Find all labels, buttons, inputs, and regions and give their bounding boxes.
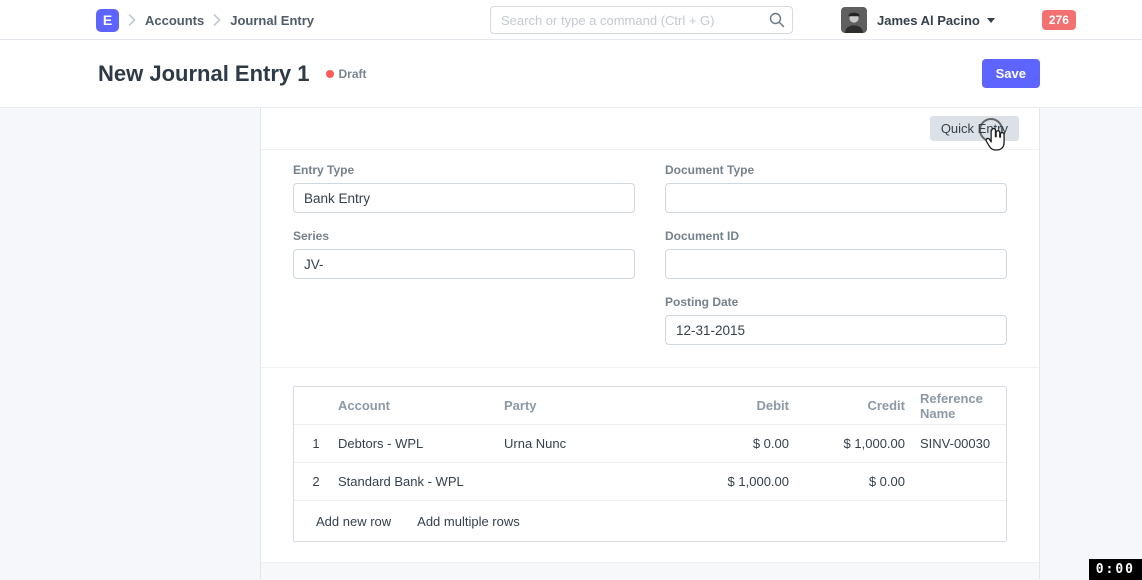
add-new-row-button[interactable]: Add new row [316, 514, 391, 529]
cell-debit[interactable]: $ 1,000.00 [684, 474, 789, 489]
page-title: New Journal Entry 1 [98, 61, 310, 87]
grid-header-party: Party [504, 398, 684, 413]
form-fields-section: Entry Type Series Document Type Document… [261, 150, 1039, 368]
navbar-user-area: James Al Pacino 276 [841, 0, 1076, 40]
draft-dot-icon [326, 70, 334, 78]
form-column-right: Document Type Document ID Posting Date [665, 163, 1007, 345]
notifications-badge[interactable]: 276 [1042, 10, 1076, 30]
breadcrumb-journal-entry[interactable]: Journal Entry [230, 13, 314, 28]
document-id-input[interactable] [665, 249, 1007, 279]
user-menu[interactable]: James Al Pacino [877, 13, 980, 28]
document-type-input[interactable] [665, 183, 1007, 213]
entry-type-input[interactable] [293, 183, 635, 213]
breadcrumb-accounts[interactable]: Accounts [145, 13, 204, 28]
quick-entry-button[interactable]: Quick Entry [930, 116, 1019, 141]
grid-header-reference-name: Reference Name [905, 391, 1006, 421]
cell-reference-name[interactable]: SINV-00030 [905, 436, 1006, 451]
grid-footer: Add new row Add multiple rows [294, 501, 1006, 541]
status-badge: Draft [326, 67, 367, 81]
avatar[interactable] [841, 7, 867, 33]
document-type-label: Document Type [665, 163, 1007, 177]
field-series: Series [293, 229, 635, 279]
grid-header-credit: Credit [789, 398, 905, 413]
field-document-id: Document ID [665, 229, 1007, 279]
navbar: E Accounts Journal Entry James Al Pacino… [0, 0, 1142, 40]
add-multiple-rows-button[interactable]: Add multiple rows [417, 514, 520, 529]
cell-debit[interactable]: $ 0.00 [684, 436, 789, 451]
cell-party[interactable]: Urna Nunc [504, 436, 684, 451]
status-label: Draft [339, 67, 367, 81]
cell-account[interactable]: Standard Bank - WPL [338, 474, 504, 489]
row-index[interactable]: 1 [294, 436, 338, 451]
series-input[interactable] [293, 249, 635, 279]
search-icon[interactable] [769, 12, 785, 33]
global-search [490, 6, 793, 34]
video-timer-overlay: 0:00 [1089, 559, 1142, 580]
breadcrumb: E Accounts Journal Entry [96, 0, 314, 40]
chevron-right-icon [213, 14, 221, 26]
form-toolbar: Quick Entry [261, 108, 1039, 150]
cell-account[interactable]: Debtors - WPL [338, 436, 504, 451]
grid-header-debit: Debit [684, 398, 789, 413]
grid-header-account: Account [338, 398, 504, 413]
row-index[interactable]: 2 [294, 474, 338, 489]
search-input[interactable] [490, 6, 793, 34]
table-row[interactable]: 2 Standard Bank - WPL $ 1,000.00 $ 0.00 [294, 463, 1006, 501]
main-area: Quick Entry Entry Type Series Document T… [0, 108, 1142, 579]
save-button[interactable]: Save [982, 59, 1040, 88]
grid-header-row: Account Party Debit Credit Reference Nam… [294, 387, 1006, 425]
chevron-right-icon [128, 14, 136, 26]
posting-date-label: Posting Date [665, 295, 1007, 309]
chevron-down-icon[interactable] [987, 18, 995, 23]
cell-credit[interactable]: $ 1,000.00 [789, 436, 905, 451]
posting-date-input[interactable] [665, 315, 1007, 345]
form-column-left: Entry Type Series [293, 163, 635, 345]
page-header: New Journal Entry 1 Draft Save [0, 40, 1142, 108]
field-posting-date: Posting Date [665, 295, 1007, 345]
app-logo[interactable]: E [96, 9, 119, 32]
section-divider [261, 562, 1039, 579]
cell-credit[interactable]: $ 0.00 [789, 474, 905, 489]
table-row[interactable]: 1 Debtors - WPL Urna Nunc $ 0.00 $ 1,000… [294, 425, 1006, 463]
field-document-type: Document Type [665, 163, 1007, 213]
field-entry-type: Entry Type [293, 163, 635, 213]
series-label: Series [293, 229, 635, 243]
document-id-label: Document ID [665, 229, 1007, 243]
accounting-entries-grid: Account Party Debit Credit Reference Nam… [261, 368, 1039, 542]
form-panel: Quick Entry Entry Type Series Document T… [260, 108, 1040, 579]
entry-type-label: Entry Type [293, 163, 635, 177]
